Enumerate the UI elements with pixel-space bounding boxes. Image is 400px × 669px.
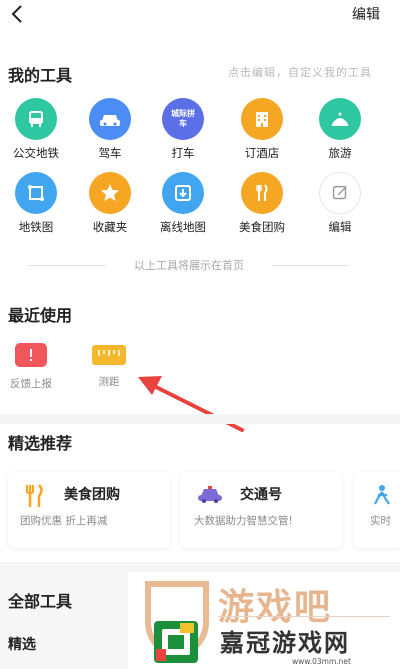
category-sidebar: [0, 572, 128, 669]
tool-label: 订酒店: [244, 146, 280, 160]
tool-travel[interactable]: 旅游: [307, 98, 373, 161]
recent-title: 最近使用: [8, 306, 73, 325]
back-arrow-icon[interactable]: [6, 2, 30, 26]
featured-card-food[interactable]: 美食团购 团购优惠 折上再减: [8, 472, 170, 548]
homepage-note: 以上工具将展示在首页: [28, 256, 350, 274]
edit-button[interactable]: 编辑: [352, 4, 380, 24]
card-title: 交通号: [240, 487, 282, 503]
watermark-line: [218, 616, 390, 617]
recent-measure[interactable]: 测距: [84, 343, 134, 389]
tool-label: 美食团购: [239, 220, 285, 234]
tool-label: 收藏夹: [92, 220, 128, 234]
tool-label: 地铁图: [18, 220, 54, 234]
hotel-icon: [241, 98, 283, 140]
my-tools-title: 我的工具: [8, 66, 73, 85]
food-icon: [26, 484, 43, 507]
food-icon: [241, 172, 283, 214]
tool-label: 离线地图: [160, 220, 206, 234]
subway-map-icon: [15, 172, 57, 214]
featured-title: 精选推荐: [8, 434, 73, 453]
travel-icon: [319, 98, 361, 140]
tool-label: 驾车: [98, 146, 122, 160]
section-separator: [0, 414, 400, 424]
recent-label: 测距: [98, 376, 120, 388]
recent-label: 反馈上报: [10, 378, 52, 390]
category-featured[interactable]: 精选: [8, 634, 36, 654]
tool-favorites[interactable]: 收藏夹: [77, 172, 143, 235]
tool-label: 旅游: [328, 146, 352, 160]
tool-hotel[interactable]: 订酒店: [229, 98, 295, 161]
tool-offline-map[interactable]: 离线地图: [150, 172, 216, 235]
tool-subway-map[interactable]: 地铁图: [3, 172, 69, 235]
card-subtitle: 实时: [370, 515, 391, 527]
tool-label: 公交地铁: [13, 146, 59, 160]
top-bar: 编辑: [0, 0, 400, 34]
tool-bus-subway[interactable]: 公交地铁: [3, 98, 69, 161]
tool-food-group-buy[interactable]: 美食团购: [229, 172, 295, 235]
divider-line: [272, 265, 350, 266]
featured-card-traffic[interactable]: 交通号 大数据助力智慧交管!: [180, 472, 342, 548]
section-separator: [0, 562, 400, 572]
watermark-site-name: 嘉冠游戏网: [220, 629, 350, 657]
ruler-icon: [92, 345, 126, 365]
tool-label: 打车: [171, 146, 195, 160]
offline-map-icon: [162, 172, 204, 214]
watermark-logo-icon: [154, 621, 198, 663]
police-car-icon: [198, 486, 222, 503]
bus-icon: [15, 98, 57, 140]
star-icon: [89, 172, 131, 214]
taxi-badge: 城际拼车: [171, 109, 195, 128]
card-title: 美食团购: [64, 487, 120, 503]
featured-card-realtime[interactable]: 实时: [354, 472, 400, 548]
customize-hint: 点击编辑，自定义我的工具: [228, 66, 372, 79]
person-icon: [374, 485, 390, 505]
tool-edit[interactable]: 编辑: [307, 172, 373, 235]
all-tools-title: 全部工具: [8, 592, 73, 611]
tool-drive[interactable]: 驾车: [77, 98, 143, 161]
car-icon: [89, 98, 131, 140]
taxi-icon: 城际拼车: [162, 98, 204, 140]
recent-feedback[interactable]: 反馈上报: [6, 343, 56, 391]
card-subtitle: 大数据助力智慧交管!: [194, 515, 293, 527]
edit-icon: [319, 172, 361, 214]
tool-label: 编辑: [328, 220, 352, 234]
tool-taxi[interactable]: 城际拼车 打车: [150, 98, 216, 161]
card-subtitle: 团购优惠 折上再减: [20, 515, 108, 527]
watermark-url: www.03mm.net: [292, 657, 351, 666]
feedback-icon: [15, 343, 47, 367]
